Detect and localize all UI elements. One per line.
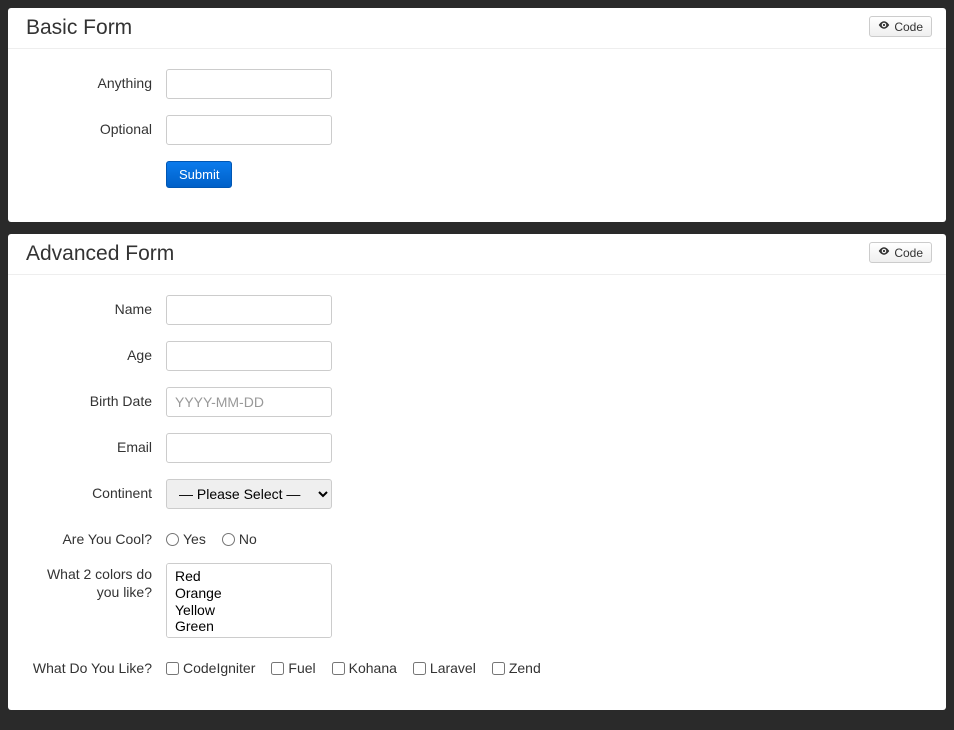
- basic-form-body: Anything Optional Submit: [8, 49, 946, 222]
- color-option[interactable]: Red: [175, 568, 323, 585]
- like-item[interactable]: Kohana: [332, 660, 397, 676]
- like-item-label: CodeIgniter: [183, 660, 255, 676]
- basic-form-header: Basic Form Code: [8, 8, 946, 49]
- continent-select[interactable]: — Please Select —: [166, 479, 332, 509]
- code-button[interactable]: Code: [869, 16, 932, 37]
- email-label: Email: [26, 433, 166, 455]
- continent-label: Continent: [26, 479, 166, 501]
- like-label: What Do You Like?: [26, 654, 166, 676]
- cool-label: Are You Cool?: [26, 525, 166, 547]
- age-input[interactable]: [166, 341, 332, 371]
- submit-button[interactable]: Submit: [166, 161, 232, 188]
- like-checkbox[interactable]: [332, 662, 345, 675]
- anything-label: Anything: [26, 69, 166, 91]
- name-input[interactable]: [166, 295, 332, 325]
- advanced-form-title: Advanced Form: [26, 242, 928, 266]
- like-checkbox[interactable]: [166, 662, 179, 675]
- cool-radio-group: Yes No: [166, 525, 257, 547]
- like-checkbox-group: CodeIgniter Fuel Kohana Laravel Zend: [166, 654, 541, 676]
- like-item-label: Laravel: [430, 660, 476, 676]
- like-item[interactable]: CodeIgniter: [166, 660, 255, 676]
- cool-no-item[interactable]: No: [222, 531, 257, 547]
- email-input[interactable]: [166, 433, 332, 463]
- birthdate-input[interactable]: [166, 387, 332, 417]
- like-item-label: Kohana: [349, 660, 397, 676]
- cool-yes-item[interactable]: Yes: [166, 531, 206, 547]
- optional-label: Optional: [26, 115, 166, 137]
- color-option[interactable]: Orange: [175, 585, 323, 602]
- name-label: Name: [26, 295, 166, 317]
- advanced-form-body: Name Age Birth Date Email Continent: [8, 275, 946, 710]
- code-button-label: Code: [894, 20, 923, 34]
- code-button-label: Code: [894, 246, 923, 260]
- eye-icon: [878, 245, 890, 260]
- colors-label: What 2 colors do you like?: [26, 563, 166, 601]
- basic-form-panel: Basic Form Code Anything Optional Submit: [8, 8, 946, 222]
- anything-input[interactable]: [166, 69, 332, 99]
- eye-icon: [878, 19, 890, 34]
- advanced-form-panel: Advanced Form Code Name Age Birth Date: [8, 234, 946, 710]
- age-label: Age: [26, 341, 166, 363]
- like-item[interactable]: Laravel: [413, 660, 476, 676]
- like-item-label: Zend: [509, 660, 541, 676]
- color-option[interactable]: Yellow: [175, 602, 323, 619]
- birthdate-label: Birth Date: [26, 387, 166, 409]
- optional-input[interactable]: [166, 115, 332, 145]
- like-checkbox[interactable]: [492, 662, 505, 675]
- cool-no-radio[interactable]: [222, 533, 235, 546]
- like-item[interactable]: Zend: [492, 660, 541, 676]
- cool-yes-label: Yes: [183, 531, 206, 547]
- code-button[interactable]: Code: [869, 242, 932, 263]
- like-checkbox[interactable]: [413, 662, 426, 675]
- like-item[interactable]: Fuel: [271, 660, 315, 676]
- basic-form-title: Basic Form: [26, 16, 928, 40]
- advanced-form-header: Advanced Form Code: [8, 234, 946, 275]
- cool-yes-radio[interactable]: [166, 533, 179, 546]
- colors-select[interactable]: RedOrangeYellowGreen: [166, 563, 332, 638]
- like-item-label: Fuel: [288, 660, 315, 676]
- cool-no-label: No: [239, 531, 257, 547]
- like-checkbox[interactable]: [271, 662, 284, 675]
- color-option[interactable]: Green: [175, 618, 323, 635]
